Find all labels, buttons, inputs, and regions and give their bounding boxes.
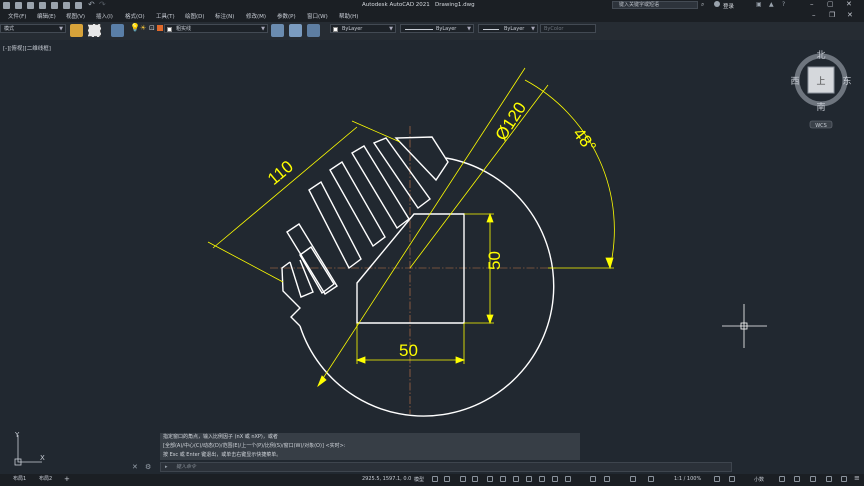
viewcube-east[interactable]: 东	[842, 75, 851, 87]
dim-50-vertical-text: 50	[485, 251, 504, 270]
drawing-svg: 110 Ø120 48° 50 50 上 北 南 东 西 WCS Y X	[14, 50, 852, 466]
layout-tab-2[interactable]: 布局2	[36, 475, 55, 484]
viewcube-south[interactable]: 南	[816, 101, 825, 113]
command-customize-icon[interactable]: ⚙	[145, 463, 151, 471]
viewcube-north[interactable]: 北	[816, 50, 825, 61]
snap-icon[interactable]	[444, 476, 450, 482]
polar-icon[interactable]	[472, 476, 478, 482]
layout-tab-1[interactable]: 布局1	[10, 475, 29, 484]
ucs-icon	[14, 435, 42, 466]
annotation-visibility-icon[interactable]	[630, 476, 636, 482]
3d-osnap-icon[interactable]	[552, 476, 558, 482]
command-history-line-1: 指定窗口的角点，输入比例因子 (nX 或 nXP)，或者	[160, 433, 580, 442]
command-history-line-3: 按 Esc 或 Enter 键退出，或单击右键显示快捷菜单。	[160, 451, 580, 460]
crosshair-cursor	[722, 304, 767, 348]
transparency-icon[interactable]	[526, 476, 532, 482]
command-prompt-icon: ▸	[165, 464, 168, 470]
lock-ui-icon[interactable]	[794, 476, 800, 482]
selection-cycling-icon[interactable]	[539, 476, 545, 482]
dim-110-ext-1	[207, 241, 284, 283]
dim-diameter-line	[317, 67, 526, 387]
selection-filter-icon[interactable]	[590, 476, 596, 482]
grid-icon[interactable]	[432, 476, 438, 482]
dim-diameter-arrow	[317, 375, 327, 388]
inner-pentagon	[356, 213, 465, 324]
osnap-icon[interactable]	[487, 476, 493, 482]
ucs-y-label: Y	[14, 431, 20, 439]
isolate-objects-icon[interactable]	[810, 476, 816, 482]
clean-screen-icon[interactable]	[841, 476, 847, 482]
wcs-label: WCS	[815, 123, 827, 129]
annotation-monitor-icon[interactable]	[729, 476, 735, 482]
dim-angle-arrow	[605, 257, 614, 270]
outer-arc	[299, 157, 555, 417]
centerlines	[270, 126, 556, 414]
workspace-switch-icon[interactable]	[714, 476, 720, 482]
dim-diameter-text: Ø120	[492, 99, 531, 144]
dim-50-vertical-arrow-2	[486, 314, 494, 325]
dimensions	[207, 67, 615, 388]
ortho-icon[interactable]	[460, 476, 466, 482]
ucs-x-label: X	[40, 454, 45, 462]
dim-110-line	[212, 126, 358, 249]
viewcube-face-label: 上	[816, 76, 825, 87]
viewcube-west[interactable]: 西	[790, 76, 799, 87]
slot-6	[372, 137, 431, 210]
slot-4	[329, 161, 386, 248]
dim-50-horizontal-arrow-1	[355, 356, 366, 364]
slot-2	[286, 223, 338, 295]
slot-edge-1	[289, 259, 314, 298]
gizmo-icon[interactable]	[604, 476, 610, 482]
model-space-button[interactable]: 模型	[414, 476, 424, 483]
otrack-icon[interactable]	[500, 476, 506, 482]
add-layout-icon[interactable]: +	[64, 475, 70, 483]
viewport-scale[interactable]: 1:1 / 100%	[674, 476, 701, 482]
notch-edge	[281, 261, 301, 327]
coordinates-readout[interactable]: 2925.5, 1597.1, 0.0	[362, 476, 411, 482]
annotation-scale-icon[interactable]	[648, 476, 654, 482]
dynamic-ucs-icon[interactable]	[565, 476, 571, 482]
units-readout[interactable]: 小数	[754, 476, 764, 483]
command-input[interactable]: ▸ 键入命令	[160, 462, 732, 472]
customization-menu-icon[interactable]: ≡	[854, 474, 860, 482]
dim-50-vertical-arrow-1	[486, 212, 494, 223]
quick-properties-icon[interactable]	[779, 476, 785, 482]
dim-50-horizontal-text: 50	[399, 341, 418, 360]
command-history-line-2: [全部(A)/中心(C)/动态(D)/范围(E)/上一个(P)/比例(S)/窗口…	[160, 442, 580, 451]
lineweight-icon[interactable]	[513, 476, 519, 482]
dim-110-ext-2	[351, 120, 401, 143]
dim-angle-arc	[524, 79, 615, 269]
hardware-acceleration-icon[interactable]	[826, 476, 832, 482]
slot-7	[394, 136, 449, 182]
command-close-icon[interactable]: ✕	[132, 463, 138, 471]
dim-50-horizontal-arrow-2	[455, 356, 466, 364]
dim-110-text: 110	[264, 157, 297, 189]
